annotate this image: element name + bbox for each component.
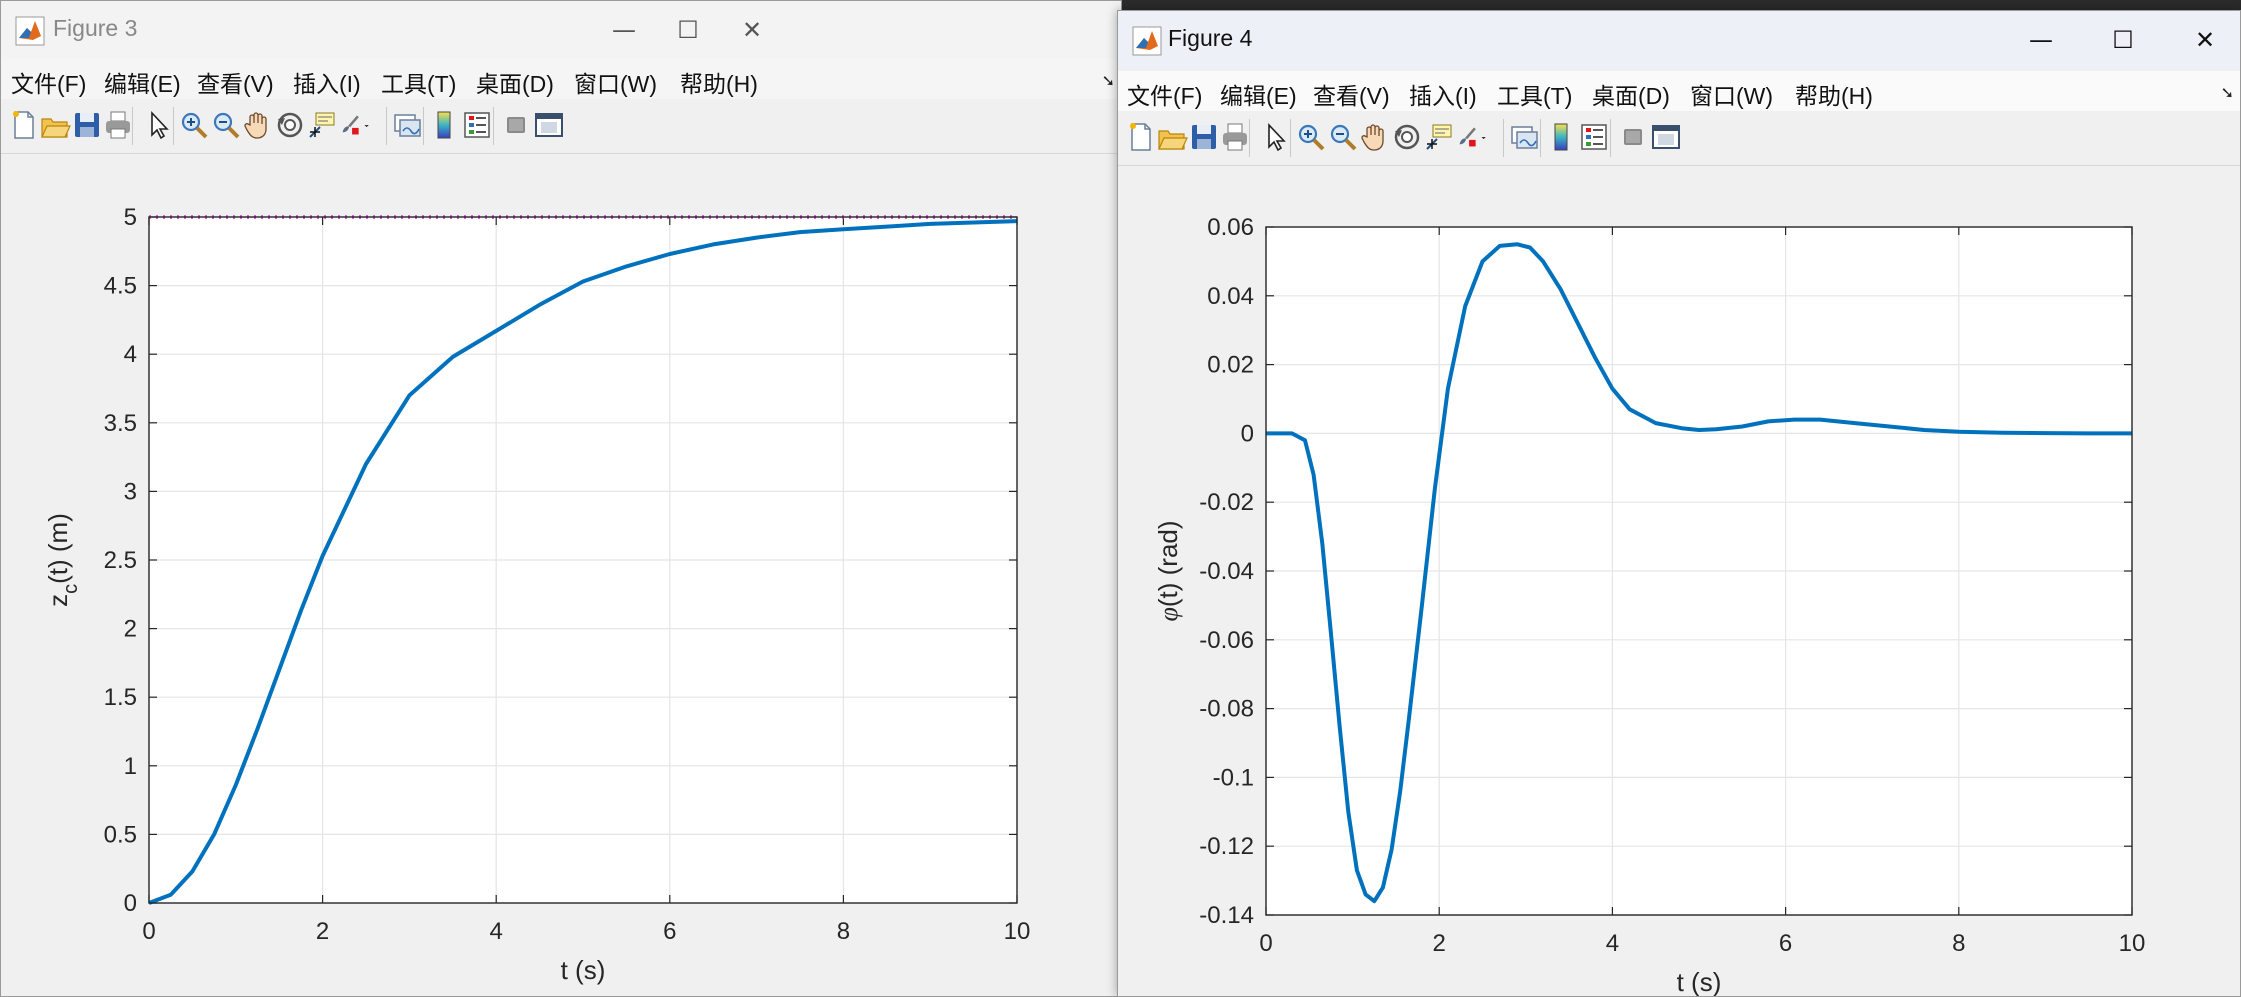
x-axis-label: t (s) bbox=[1677, 967, 1722, 997]
y-tick-label: 0 bbox=[124, 890, 137, 917]
x-tick-label: 0 bbox=[1259, 930, 1272, 957]
y-tick-label: -0.06 bbox=[1199, 627, 1254, 654]
y-tick-label: 3 bbox=[124, 478, 137, 505]
figure-3-axes: 0 2 4 6 8 10 0 0.5 1 1.5 2 2.5 3 3.5 4 4.5 5 t (s) zc(t) (… bbox=[43, 204, 1031, 985]
y-tick-label: -0.14 bbox=[1199, 902, 1254, 929]
y-tick-label: -0.1 bbox=[1213, 764, 1254, 791]
x-tick-label: 8 bbox=[1952, 930, 1965, 957]
x-tick-label: 2 bbox=[1433, 930, 1446, 957]
y-tick-label: -0.08 bbox=[1199, 696, 1254, 723]
y-tick-label: 0.06 bbox=[1207, 214, 1254, 241]
y-tick-label: 4.5 bbox=[104, 273, 137, 300]
x-tick-label: 0 bbox=[142, 918, 155, 945]
figure-4-axes: 0 2 4 6 8 10 -0.14 -0.12 -0.1 -0.08 -0.06 -0.04 -0.0… bbox=[1153, 214, 2146, 997]
y-tick-label: -0.12 bbox=[1199, 833, 1254, 860]
x-tick-label: 10 bbox=[1004, 918, 1031, 945]
figure-3-window: Figure 3 — ☐ ✕ 文件(F) 编辑(E) 查看(V) 插入(I) 工… bbox=[0, 0, 1122, 997]
x-axis-label: t (s) bbox=[561, 955, 606, 985]
y-tick-label: 2.5 bbox=[104, 547, 137, 574]
y-tick-label: 1.5 bbox=[104, 684, 137, 711]
y-tick-label: -0.04 bbox=[1199, 558, 1254, 585]
y-tick-label: 2 bbox=[124, 616, 137, 643]
figure-4-window: Figure 4 — ☐ ✕ 文件(F) 编辑(E) 查看(V) 插入(I) 工… bbox=[1117, 10, 2241, 997]
y-tick-label: 0.04 bbox=[1207, 283, 1254, 310]
y-tick-label: 1 bbox=[124, 753, 137, 780]
y-tick-label: 0.5 bbox=[104, 821, 137, 848]
y-axis-label: zc(t) (m) bbox=[43, 513, 82, 607]
y-tick-label: -0.02 bbox=[1199, 489, 1254, 516]
x-tick-label: 4 bbox=[490, 918, 503, 945]
x-tick-label: 4 bbox=[1606, 930, 1619, 957]
x-tick-label: 10 bbox=[2119, 930, 2146, 957]
x-tick-label: 6 bbox=[1779, 930, 1792, 957]
y-tick-label: 0.02 bbox=[1207, 352, 1254, 379]
y-tick-label: 5 bbox=[124, 204, 137, 231]
x-tick-label: 6 bbox=[663, 918, 676, 945]
y-axis-label: φ(t) (rad) bbox=[1153, 520, 1183, 621]
x-tick-label: 8 bbox=[837, 918, 850, 945]
y-tick-label: 0 bbox=[1241, 420, 1254, 447]
y-tick-label: 3.5 bbox=[104, 410, 137, 437]
y-tick-label: 4 bbox=[124, 341, 137, 368]
x-tick-label: 2 bbox=[316, 918, 329, 945]
